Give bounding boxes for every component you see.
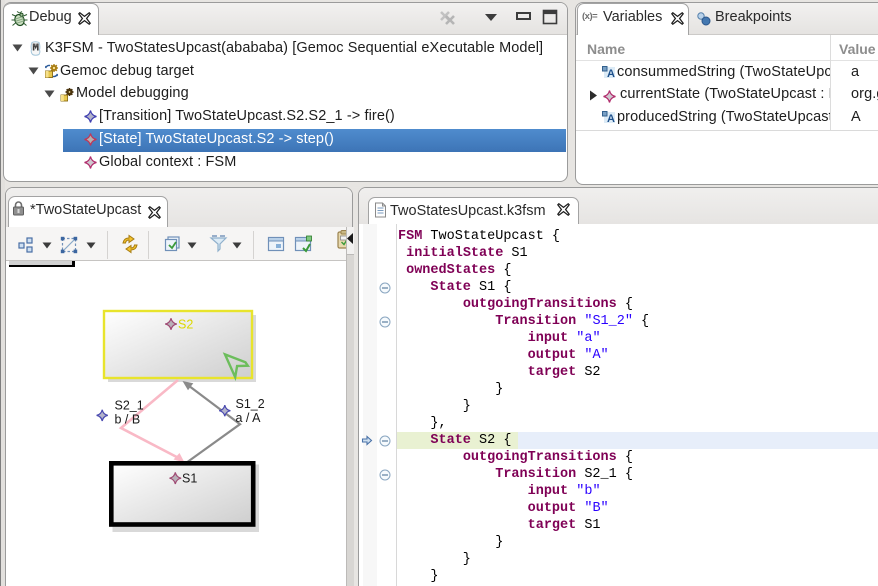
svg-text:S1_2: S1_2 [236, 397, 265, 411]
svg-text:A: A [607, 113, 615, 124]
svg-text:b / B: b / B [115, 413, 141, 427]
svg-text:S2: S2 [178, 318, 193, 332]
svg-text:A: A [607, 68, 615, 79]
svg-text:S2_1: S2_1 [115, 399, 144, 413]
svg-text:S1: S1 [182, 472, 197, 486]
svg-text:a / A: a / A [236, 411, 262, 425]
